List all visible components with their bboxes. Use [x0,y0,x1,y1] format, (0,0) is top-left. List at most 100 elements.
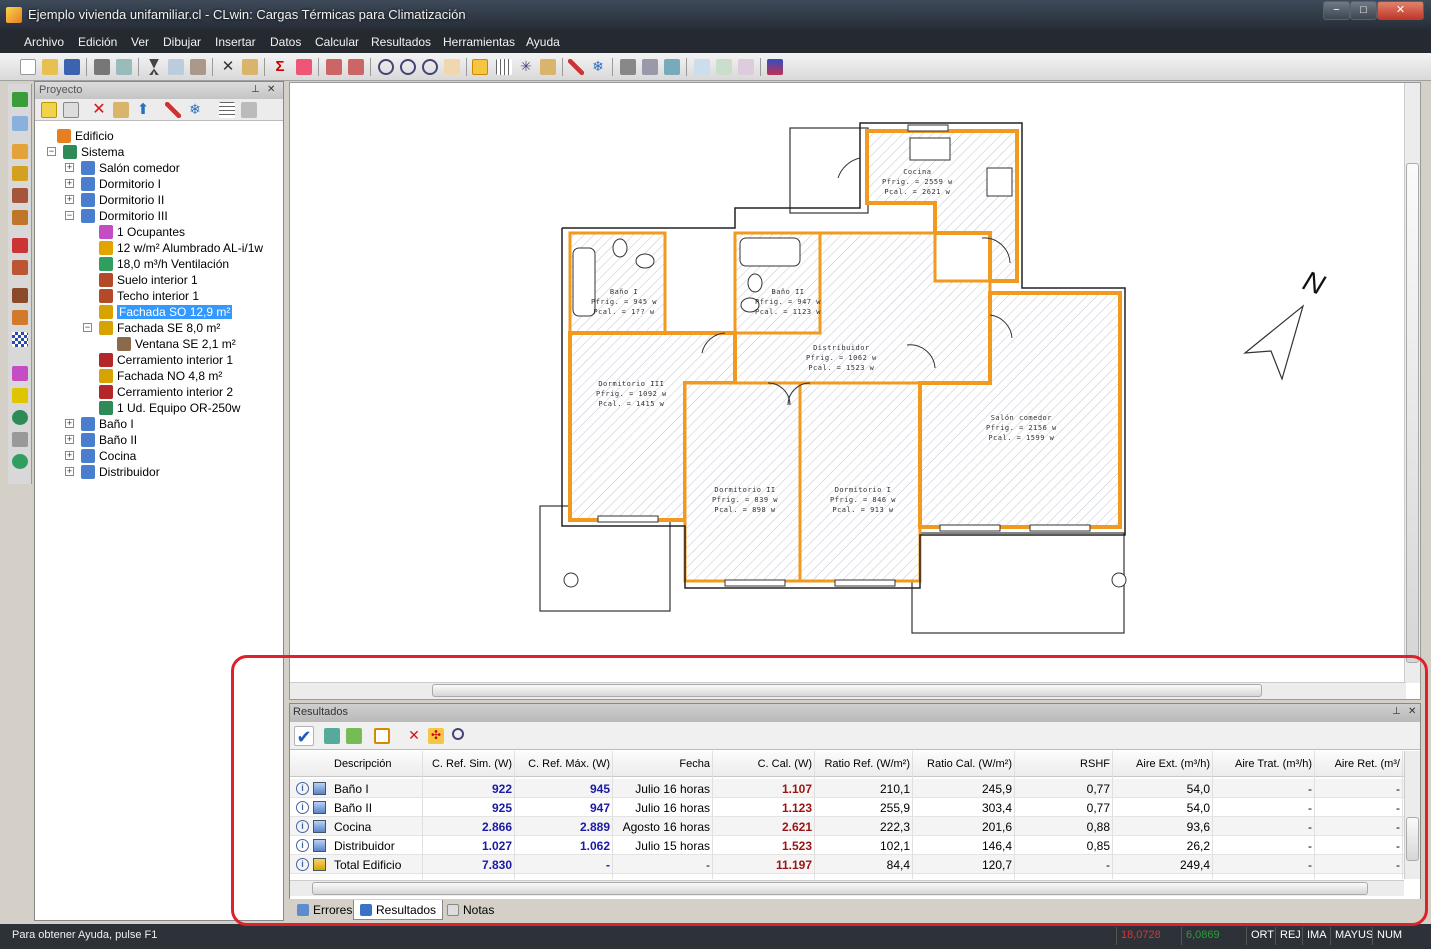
canvas-vertical-scrollbar[interactable] [1404,83,1420,683]
table-row[interactable]: i Baño II 925 947 Julio 16 horas 1.123 255,9 30… [290,798,1404,817]
tab-notas[interactable]: Notas [441,900,500,920]
results-vscroll-thumb[interactable] [1406,817,1419,861]
column-header[interactable]: Aire Ret. (m³/ [1318,758,1400,770]
column-header[interactable]: Aire Trat. (m³/h) [1216,758,1312,770]
info-icon[interactable]: i [296,801,309,814]
expand-toggle-icon[interactable]: − [83,323,92,332]
wall-tool-icon[interactable] [12,188,28,203]
info-icon[interactable]: i [296,839,309,852]
status-mayus[interactable]: MAYUS [1330,927,1377,945]
expand-toggle-icon[interactable]: − [65,211,74,220]
canvas-vscroll-thumb[interactable] [1406,163,1419,663]
layers-icon[interactable] [767,59,783,75]
report-icon[interactable] [296,59,312,75]
grid-icon[interactable] [496,59,512,75]
zoom-icon[interactable] [378,59,394,75]
print-preview-icon[interactable] [116,59,132,75]
title-bar[interactable]: Ejemplo vivienda unifamiliar.cl - CLwin:… [0,0,1431,30]
status-num[interactable]: NUM [1372,927,1406,945]
door-tool-icon[interactable] [12,288,28,303]
doc3-icon[interactable] [738,59,754,75]
menu-edicion[interactable]: Edición [78,35,117,49]
new-icon[interactable] [20,59,36,75]
status-ort[interactable]: ORT [1246,927,1278,945]
close-button[interactable]: ✕ [1377,1,1424,20]
expand-toggle-icon[interactable]: + [65,195,74,204]
check-icon[interactable]: ✔ [294,726,314,747]
cut-icon[interactable] [149,59,159,75]
move-up-icon[interactable]: ⬆ [135,102,151,118]
misc-tool-icon[interactable] [12,432,28,447]
expand-toggle-icon[interactable]: − [47,147,56,156]
clear-icon[interactable]: ✕ [406,728,422,744]
drawing-canvas[interactable]: N Cocina Pfrig. = 2559 w Pcal. = 2621 w Bañ… [289,82,1421,700]
ventilation-tool-icon[interactable] [12,454,28,469]
export-icon[interactable] [326,59,342,75]
zoom-icon[interactable] [452,728,464,740]
expand-toggle-icon[interactable]: + [65,179,74,188]
expand-toggle-icon[interactable]: + [65,435,74,444]
building-tool-icon[interactable] [12,144,28,159]
canvas-horizontal-scrollbar[interactable] [290,682,1406,699]
import-icon[interactable] [348,59,364,75]
canvas-hscroll-thumb[interactable] [432,684,1262,697]
menu-datos[interactable]: Datos [270,35,301,49]
room-tool-icon[interactable] [12,116,28,131]
menu-ver[interactable]: Ver [131,35,149,49]
snap-icon[interactable]: ✳ [518,59,534,75]
table-row[interactable]: i Cocina 2.866 2.889 Agosto 16 horas 2.621 222… [290,817,1404,836]
pan-hand-icon[interactable] [444,59,460,75]
align-icon[interactable] [620,59,636,75]
save-icon[interactable] [64,59,80,75]
paste-icon[interactable] [190,59,206,75]
panel-close-icon[interactable]: ✕ [267,84,275,95]
equipment-tool-icon[interactable] [12,410,28,425]
menu-ayuda[interactable]: Ayuda [526,35,560,49]
cooling-icon[interactable]: ❄ [187,102,203,118]
sum-icon[interactable]: Σ [272,59,288,75]
zoom-out-icon[interactable] [422,59,438,75]
export-results-icon[interactable] [324,728,340,744]
table-row[interactable]: i Total Edificio 7.830 - - 11.197 84,4 120,7 - 24… [290,855,1404,874]
status-rej[interactable]: REJ [1275,927,1305,945]
column-header[interactable]: Ratio Cal. (W/m²) [916,758,1012,770]
pin-icon[interactable]: ⊥ [251,84,260,95]
info-icon[interactable]: i [296,820,309,833]
maximize-button[interactable]: □ [1350,1,1377,20]
measure-icon[interactable] [664,59,680,75]
expand-toggle-icon[interactable]: + [65,419,74,428]
import-results-icon[interactable] [346,728,362,744]
print-icon[interactable] [94,59,110,75]
info-icon[interactable]: i [296,858,309,871]
add-icon[interactable] [41,102,57,118]
column-header[interactable]: C. Ref. Máx. (W) [518,758,610,770]
open-icon[interactable] [42,59,58,75]
move-icon[interactable]: ✣ [428,728,444,744]
pattern-tool-icon[interactable] [12,332,28,347]
facade-tool-icon[interactable] [12,166,28,181]
occupants-tool-icon[interactable] [12,366,28,381]
properties-icon[interactable] [63,102,79,118]
results-vertical-scrollbar[interactable] [1404,751,1420,879]
expand-toggle-icon[interactable]: + [65,451,74,460]
cooling-icon[interactable]: ❄ [590,59,606,75]
roof-tool-icon[interactable] [12,260,28,275]
table-row[interactable]: i Distribuidor 1.027 1.062 Julio 15 horas 1.5… [290,836,1404,855]
calc-icon[interactable] [241,102,257,118]
draw-wall-icon[interactable] [568,59,584,75]
column-header[interactable]: Aire Ext. (m³/h) [1116,758,1210,770]
interior-wall-tool-icon[interactable] [12,238,28,253]
menu-calcular[interactable]: Calcular [315,35,359,49]
column-header[interactable]: Ratio Ref. (W/m²) [818,758,910,770]
column-header[interactable]: Fecha [616,758,710,770]
expand-toggle-icon[interactable]: + [65,163,74,172]
zoom-in-icon[interactable] [400,59,416,75]
menu-dibujar[interactable]: Dibujar [163,35,201,49]
column-header[interactable]: RSHF [1018,758,1110,770]
menu-herramientas[interactable]: Herramientas [443,35,515,49]
delete-icon[interactable]: ✕ [220,59,236,75]
tab-errores[interactable]: Errores [291,900,358,920]
floor-tool-icon[interactable] [12,210,28,225]
doc-icon[interactable] [694,59,710,75]
menu-insertar[interactable]: Insertar [215,35,256,49]
